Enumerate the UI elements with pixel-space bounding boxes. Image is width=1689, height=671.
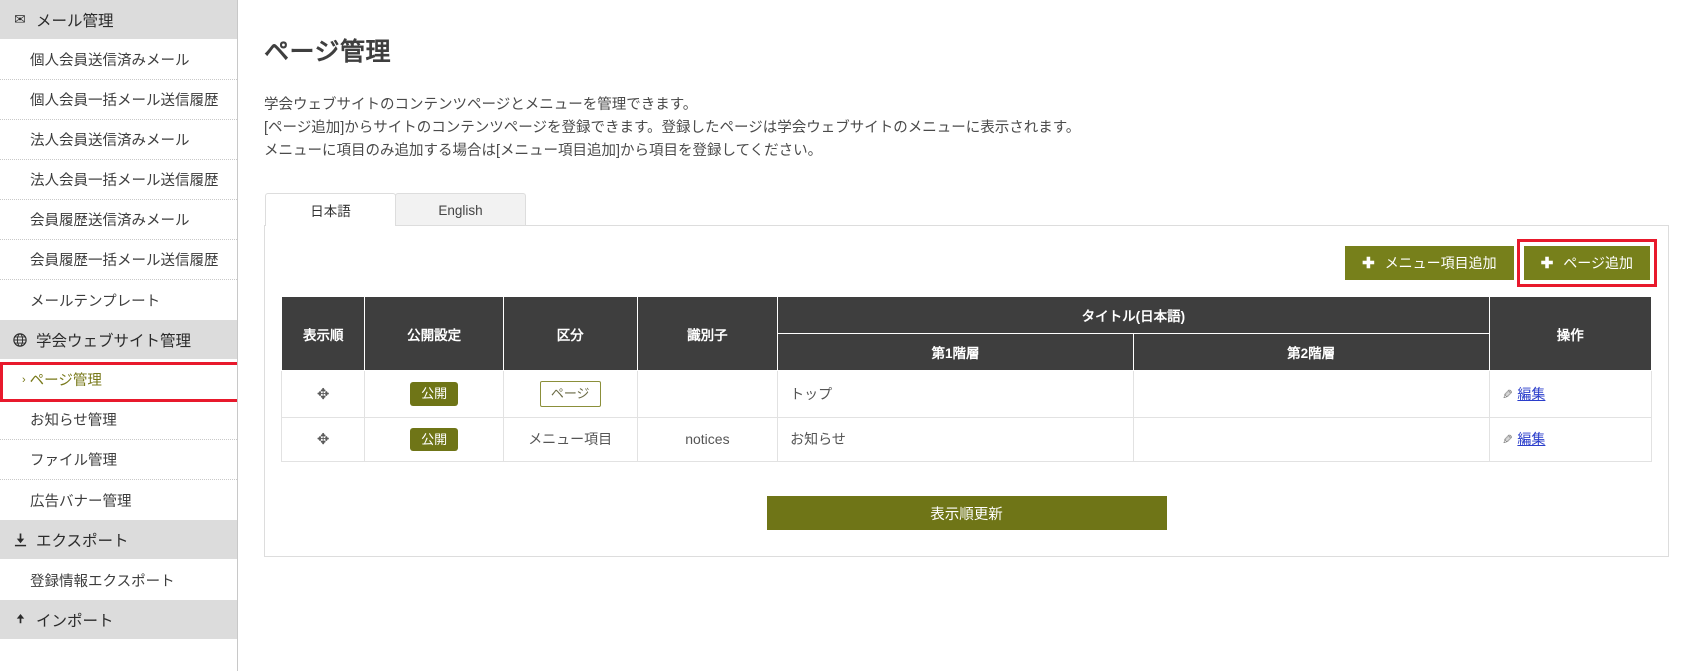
- sidebar-item-personal-sent-mail[interactable]: 個人会員送信済みメール: [0, 40, 237, 80]
- cell-order[interactable]: ✥: [280, 370, 366, 418]
- table-row: ✥ 公開 メニュー項目 notices お知らせ ✎ 編集: [280, 416, 1652, 463]
- update-display-order-button[interactable]: 表示順更新: [766, 496, 1167, 531]
- col-title-group: タイトル(日本語): [777, 296, 1490, 334]
- main-content: ページ管理 学会ウェブサイトのコンテンツページとメニューを管理できます。 [ペー…: [238, 0, 1689, 671]
- sidebar-item-label: 法人会員一括メール送信履歴: [30, 173, 219, 189]
- col-type: 区分: [502, 296, 638, 371]
- sidebar-group-website[interactable]: 学会ウェブサイト管理: [0, 320, 237, 360]
- cell-level2: [1132, 416, 1490, 463]
- description-line-1: 学会ウェブサイトのコンテンツページとメニューを管理できます。: [264, 97, 698, 113]
- add-menu-item-button[interactable]: ✚ メニュー項目追加: [1345, 246, 1514, 280]
- sidebar-item-member-history-sent-mail[interactable]: 会員履歴送信済みメール: [0, 200, 237, 240]
- type-badge: ページ: [539, 381, 601, 407]
- pages-table: 表示順 公開設定 区分 識別子 タイトル(日本語) 操作 第1階層 第2階層 ✥…: [280, 296, 1652, 463]
- status-badge: 公開: [410, 427, 459, 452]
- description-line-3: メニューに項目のみ追加する場合は[メニュー項目追加]から項目を登録してください。: [264, 143, 823, 159]
- sidebar-item-label: 登録情報エクスポート: [30, 573, 175, 590]
- sidebar: ✉ メール管理 個人会員送信済みメール 個人会員一括メール送信履歴 法人会員送信…: [0, 0, 238, 671]
- sidebar-group-label: エクスポート: [36, 532, 129, 550]
- page-description: 学会ウェブサイトのコンテンツページとメニューを管理できます。 [ページ追加]から…: [264, 94, 1689, 163]
- sidebar-item-label: 個人会員送信済みメール: [30, 53, 190, 69]
- table-head: 表示順 公開設定 区分 識別子 タイトル(日本語) 操作 第1階層 第2階層: [280, 296, 1652, 371]
- add-page-button[interactable]: ✚ ページ追加: [1523, 246, 1650, 280]
- edit-link[interactable]: 編集: [1517, 386, 1545, 402]
- sidebar-item-label: 広告バナー管理: [30, 493, 132, 510]
- col-identifier: 識別子: [636, 296, 779, 371]
- tab-panel-japanese: ✚ メニュー項目追加 ✚ ページ追加 表示順 公開設定 区分 識別子 タイトル(…: [264, 225, 1669, 558]
- sidebar-group-import[interactable]: インポート: [0, 600, 237, 640]
- update-order-row: 表示順更新: [281, 496, 1652, 531]
- col-operation: 操作: [1488, 296, 1652, 371]
- page-root: ✉ メール管理 個人会員送信済みメール 個人会員一括メール送信履歴 法人会員送信…: [0, 0, 1689, 671]
- sidebar-group-mail[interactable]: ✉ メール管理: [0, 0, 237, 40]
- col-order: 表示順: [280, 296, 366, 371]
- pencil-icon: ✎: [1501, 432, 1513, 448]
- sidebar-group-label: インポート: [36, 612, 114, 630]
- col-publish: 公開設定: [364, 296, 504, 371]
- cell-identifier: notices: [636, 416, 779, 463]
- drag-handle-icon[interactable]: ✥: [317, 387, 330, 402]
- add-page-label: ページ追加: [1563, 255, 1633, 271]
- cell-type: メニュー項目: [502, 416, 638, 463]
- chevron-right-icon: ›: [22, 373, 26, 386]
- sidebar-item-registration-export[interactable]: 登録情報エクスポート: [0, 560, 237, 600]
- sidebar-item-notice-management[interactable]: お知らせ管理: [0, 400, 237, 440]
- globe-icon: [10, 332, 30, 347]
- sidebar-item-page-management[interactable]: › ページ管理: [0, 360, 237, 400]
- sidebar-item-member-history-bulk-mail-history[interactable]: 会員履歴一括メール送信履歴: [0, 240, 237, 280]
- col-level1: 第1階層: [777, 333, 1134, 371]
- sidebar-group-label: メール管理: [36, 12, 114, 30]
- cell-identifier: [636, 370, 779, 418]
- tab-label: English: [438, 202, 483, 218]
- tab-japanese[interactable]: 日本語: [265, 193, 396, 226]
- cell-level2: [1132, 370, 1490, 418]
- col-level2: 第2階層: [1132, 333, 1490, 371]
- add-menu-item-label: メニュー項目追加: [1384, 255, 1497, 271]
- sidebar-item-corporate-sent-mail[interactable]: 法人会員送信済みメール: [0, 120, 237, 160]
- table-body: ✥ 公開 ページ トップ ✎ 編集 ✥ 公開 メニュー項目 notices お知…: [280, 370, 1652, 463]
- page-title: ページ管理: [264, 38, 392, 66]
- plus-icon: ✚: [1540, 254, 1554, 272]
- tab-english[interactable]: English: [395, 193, 526, 226]
- table-row: ✥ 公開 ページ トップ ✎ 編集: [280, 370, 1652, 418]
- upload-icon: [10, 613, 30, 627]
- sidebar-item-label: 法人会員送信済みメール: [30, 133, 190, 149]
- cell-level1: トップ: [777, 370, 1134, 418]
- cell-level1: お知らせ: [777, 416, 1134, 463]
- sidebar-item-label: お知らせ管理: [30, 413, 117, 429]
- language-tabs: 日本語 English: [265, 193, 1689, 226]
- tab-label: 日本語: [310, 204, 351, 219]
- mail-icon: ✉: [14, 11, 26, 27]
- cell-publish: 公開: [364, 416, 504, 463]
- sidebar-item-label: ページ管理: [29, 373, 102, 389]
- sidebar-item-personal-bulk-mail-history[interactable]: 個人会員一括メール送信履歴: [0, 80, 237, 120]
- plus-icon: ✚: [1362, 254, 1375, 272]
- drag-handle-icon[interactable]: ✥: [317, 432, 330, 447]
- download-icon: [10, 533, 30, 547]
- pencil-icon: ✎: [1501, 386, 1513, 402]
- sidebar-item-label: 会員履歴送信済みメール: [30, 213, 190, 229]
- description-line-2: [ページ追加]からサイトのコンテンツページを登録できます。登録したページは学会ウ…: [264, 120, 1081, 136]
- table-header-row-1: 表示順 公開設定 区分 識別子 タイトル(日本語) 操作: [280, 296, 1652, 371]
- cell-type: ページ: [502, 370, 638, 418]
- add-page-button-wrapper: ✚ ページ追加: [1516, 239, 1657, 287]
- cell-publish: 公開: [364, 370, 504, 418]
- sidebar-item-label: ファイル管理: [30, 453, 117, 469]
- cell-operation: ✎ 編集: [1488, 416, 1652, 463]
- cell-order[interactable]: ✥: [280, 416, 366, 463]
- action-button-row: ✚ メニュー項目追加 ✚ ページ追加: [281, 239, 1657, 287]
- status-badge: 公開: [410, 382, 459, 406]
- type-label: メニュー項目: [528, 431, 613, 448]
- sidebar-item-label: メールテンプレート: [30, 293, 161, 310]
- sidebar-item-label: 個人会員一括メール送信履歴: [30, 93, 219, 109]
- sidebar-item-label: 会員履歴一括メール送信履歴: [30, 253, 219, 269]
- sidebar-item-corporate-bulk-mail-history[interactable]: 法人会員一括メール送信履歴: [0, 160, 237, 200]
- sidebar-item-mail-template[interactable]: メールテンプレート: [0, 280, 237, 320]
- cell-operation: ✎ 編集: [1488, 370, 1652, 418]
- sidebar-item-file-management[interactable]: ファイル管理: [0, 440, 237, 480]
- edit-link[interactable]: 編集: [1517, 431, 1545, 447]
- sidebar-group-export[interactable]: エクスポート: [0, 520, 237, 560]
- sidebar-item-ad-banner-management[interactable]: 広告バナー管理: [0, 480, 237, 520]
- sidebar-group-label: 学会ウェブサイト管理: [36, 332, 192, 350]
